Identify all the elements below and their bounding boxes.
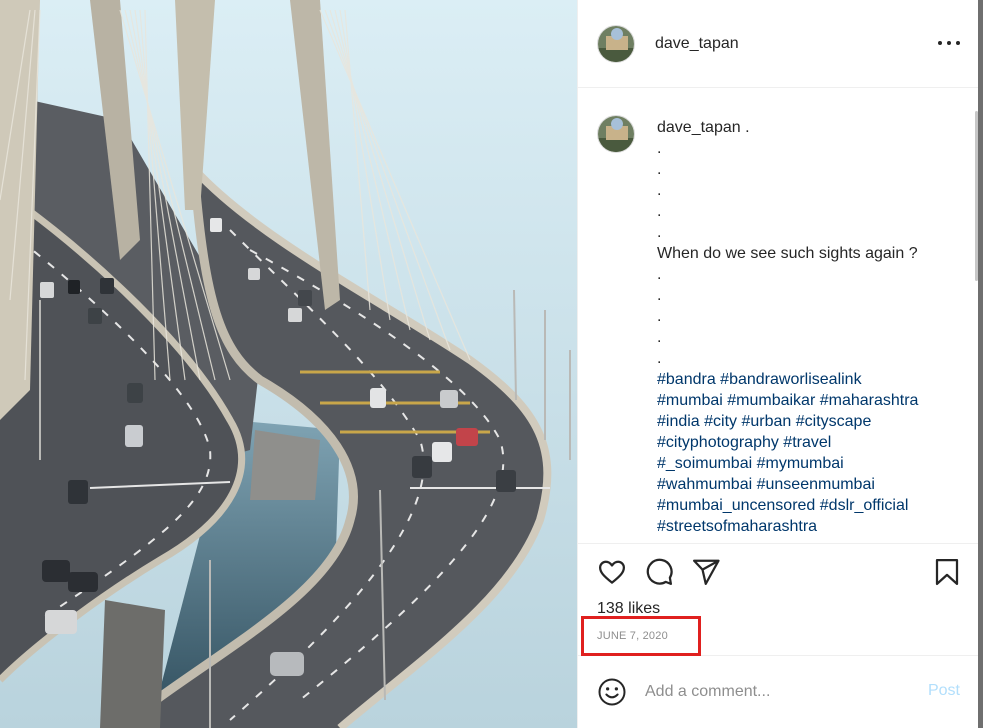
hashtag-line[interactable]: #bandra #bandraworlisealink (657, 369, 967, 390)
hashtag-line[interactable]: #mumbai #mumbaikar #maharashtra (657, 390, 967, 411)
heart-icon-svg (599, 560, 625, 584)
caption-section[interactable]: dave_tapan . . . . . . When do we see su… (578, 89, 979, 542)
date-highlight-box (581, 616, 701, 656)
hashtag-line[interactable]: #cityphotography #travel (657, 432, 967, 453)
caption-line: . (657, 308, 662, 325)
caption-line: . (657, 203, 662, 220)
comment-bar: Post (578, 655, 979, 728)
caption-avatar[interactable] (597, 115, 635, 153)
avatar-image (598, 25, 634, 62)
emoji-icon-svg (598, 678, 626, 706)
comment-icon-svg (646, 558, 673, 585)
comment-icon[interactable] (644, 557, 676, 589)
emoji-icon[interactable] (597, 677, 627, 707)
more-horizontal-icon[interactable] (938, 34, 960, 52)
hashtag-line[interactable]: #streetsofmaharashtra (657, 516, 967, 537)
dot-icon (947, 41, 951, 45)
comment-input[interactable] (645, 683, 905, 701)
post-header: dave_tapan (578, 0, 979, 88)
caption-line: . (657, 329, 662, 346)
post-photo[interactable] (0, 0, 577, 728)
post-comment-button[interactable]: Post (928, 682, 960, 700)
share-icon[interactable] (691, 557, 723, 589)
avatar-image (598, 116, 634, 152)
caption-suffix: . (740, 119, 750, 136)
caption-text: dave_tapan . . . . . . When do we see su… (657, 117, 967, 537)
caption-line: . (657, 287, 662, 304)
dot-icon (956, 41, 960, 45)
bookmark-icon[interactable] (932, 557, 964, 589)
page-background-strip (978, 0, 983, 728)
dot-icon (938, 41, 942, 45)
avatar[interactable] (597, 24, 635, 63)
post-dialog: dave_tapan dave_tapan . . . . . . When d… (0, 0, 983, 728)
hashtag-line[interactable]: #mumbai_uncensored #dslr_official (657, 495, 967, 516)
post-username[interactable]: dave_tapan (655, 35, 739, 53)
caption-line: . (657, 161, 662, 178)
heart-icon[interactable] (597, 557, 629, 589)
caption-username[interactable]: dave_tapan (657, 119, 741, 136)
caption-line: . (657, 224, 662, 241)
caption-line: . (657, 266, 662, 283)
caption-line: . (657, 182, 662, 199)
hashtag-line[interactable]: #wahmumbai #unseenmumbai (657, 474, 967, 495)
caption-line: When do we see such sights again ? (657, 245, 918, 262)
hashtag-line[interactable]: #_soimumbai #mymumbai (657, 453, 967, 474)
caption-line: . (657, 140, 662, 157)
share-icon-svg (693, 559, 720, 585)
bookmark-icon-svg (935, 559, 959, 585)
hashtag-line[interactable]: #india #city #urban #cityscape (657, 411, 967, 432)
caption-line: . (657, 350, 662, 367)
sea-link-photo (0, 0, 577, 728)
